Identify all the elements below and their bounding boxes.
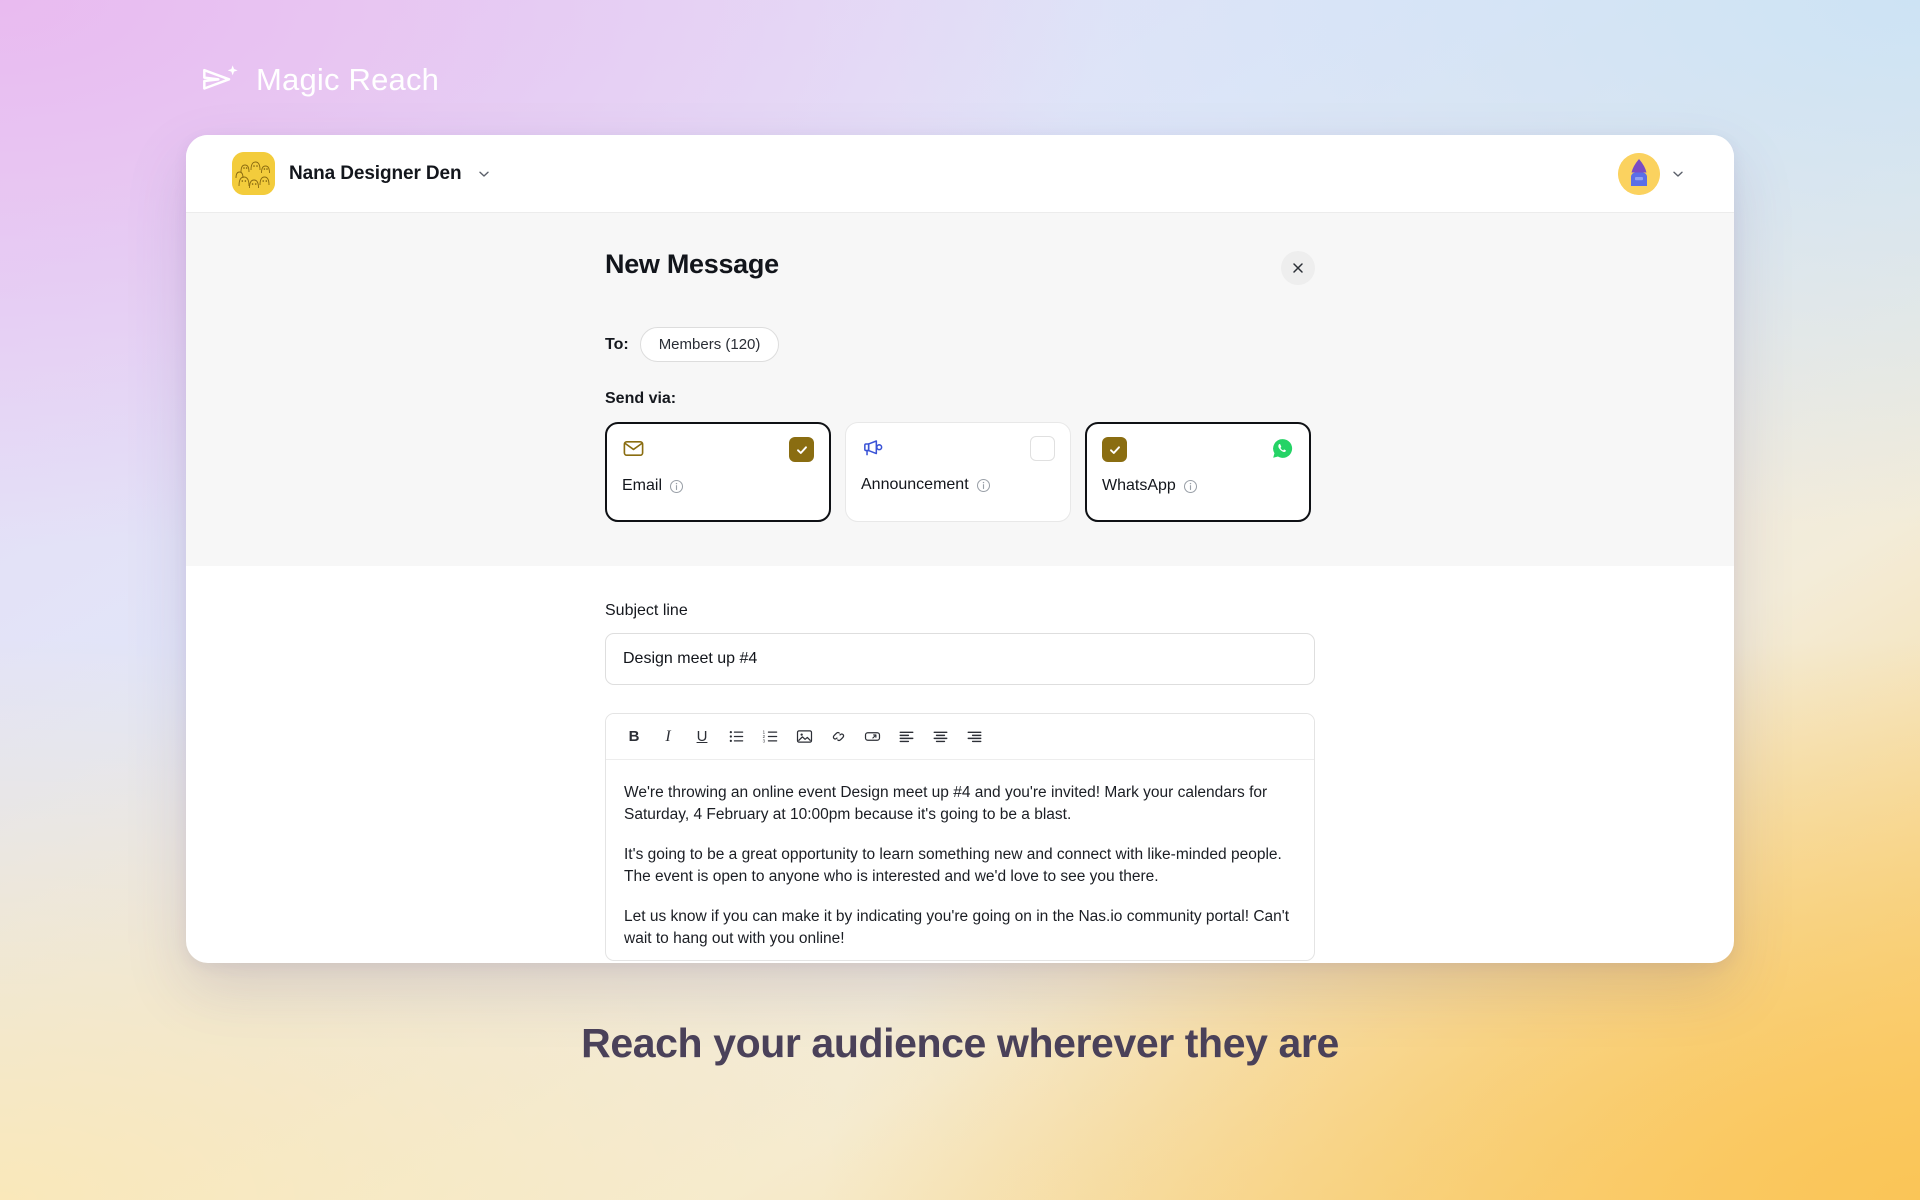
close-button[interactable] (1281, 251, 1315, 285)
send-via-label: Send via: (605, 390, 677, 407)
brand-logo-lockup: Magic Reach (200, 60, 439, 100)
align-right-icon[interactable] (960, 723, 988, 751)
underline-icon[interactable]: U (688, 723, 716, 751)
message-paragraph: We're throwing an online event Design me… (624, 784, 1268, 824)
close-icon (1293, 263, 1303, 273)
channel-label-email: Email (622, 477, 663, 494)
user-avatar-wizard (1618, 152, 1660, 195)
align-center-icon[interactable] (926, 723, 954, 751)
numbered-list-icon[interactable]: 1 2 3 (756, 723, 784, 751)
channel-selector: Email Announcement WhatsApp (605, 422, 1315, 522)
info-icon[interactable] (669, 479, 684, 494)
message-paragraph: It's going to be a great opportunity to … (624, 845, 1282, 886)
rich-text-editor: B I U 1 2 3 We're throwing an online eve… (605, 713, 1315, 961)
subject-input[interactable] (605, 633, 1315, 685)
channel-card-email[interactable]: Email (605, 422, 831, 522)
community-switcher[interactable]: Nana Designer Den (232, 152, 492, 195)
community-avatar-yellow-faces (232, 152, 275, 195)
channel-card-whatsapp[interactable]: WhatsApp (1085, 422, 1311, 522)
page-title: New Message (605, 249, 779, 279)
megaphone-icon (864, 440, 883, 456)
subject-line-label: Subject line (605, 602, 688, 619)
paper-plane-sparkle-icon (203, 65, 238, 90)
chevron-down-icon[interactable] (476, 166, 492, 182)
new-message-modal-header-section: New Message To: Members (120) Send via: (186, 213, 1734, 566)
community-name: Nana Designer Den (289, 162, 462, 184)
bold-icon[interactable]: B (620, 723, 648, 751)
italic-icon[interactable]: I (654, 723, 682, 751)
check-icon (796, 445, 807, 454)
info-icon[interactable] (976, 478, 991, 493)
channel-checkbox-whatsapp[interactable] (1102, 437, 1127, 462)
envelope-icon (623, 440, 644, 457)
editor-toolbar: B I U 1 2 3 (606, 714, 1314, 760)
svg-text:3: 3 (762, 738, 765, 743)
message-body[interactable]: We're throwing an online event Design me… (606, 760, 1314, 960)
image-icon[interactable] (790, 723, 818, 751)
brand-name: Magic Reach (256, 62, 440, 97)
app-header: Nana Designer Den (186, 135, 1734, 213)
channel-label-announcement: Announcement (861, 476, 969, 493)
whatsapp-icon (1273, 439, 1293, 458)
channel-checkbox-email[interactable] (789, 437, 814, 462)
app-window: Nana Designer Den New Message To: Member… (186, 135, 1734, 963)
align-left-icon[interactable] (892, 723, 920, 751)
bulleted-list-icon[interactable] (722, 723, 750, 751)
chevron-down-icon[interactable] (1670, 166, 1686, 182)
recipients-pill[interactable]: Members (120) (639, 327, 780, 362)
message-paragraph: Let us know if you can make it by indica… (624, 907, 1290, 948)
to-label: To: (605, 335, 629, 353)
channel-card-announcement[interactable]: Announcement (845, 422, 1071, 522)
message-composer-section: Subject line B I U 1 (186, 566, 1734, 961)
channel-label-whatsapp: WhatsApp (1102, 477, 1176, 494)
channel-checkbox-announcement[interactable] (1030, 436, 1055, 461)
profile-menu[interactable] (1618, 152, 1686, 195)
recipients-row: To: Members (120) (605, 327, 1315, 362)
link-icon[interactable] (824, 723, 852, 751)
check-icon (1109, 445, 1120, 454)
modal-title-row: New Message (605, 249, 1315, 285)
button-link-icon[interactable] (858, 723, 886, 751)
tagline: Reach your audience wherever they are (581, 1020, 1339, 1066)
info-icon[interactable] (1183, 479, 1198, 494)
